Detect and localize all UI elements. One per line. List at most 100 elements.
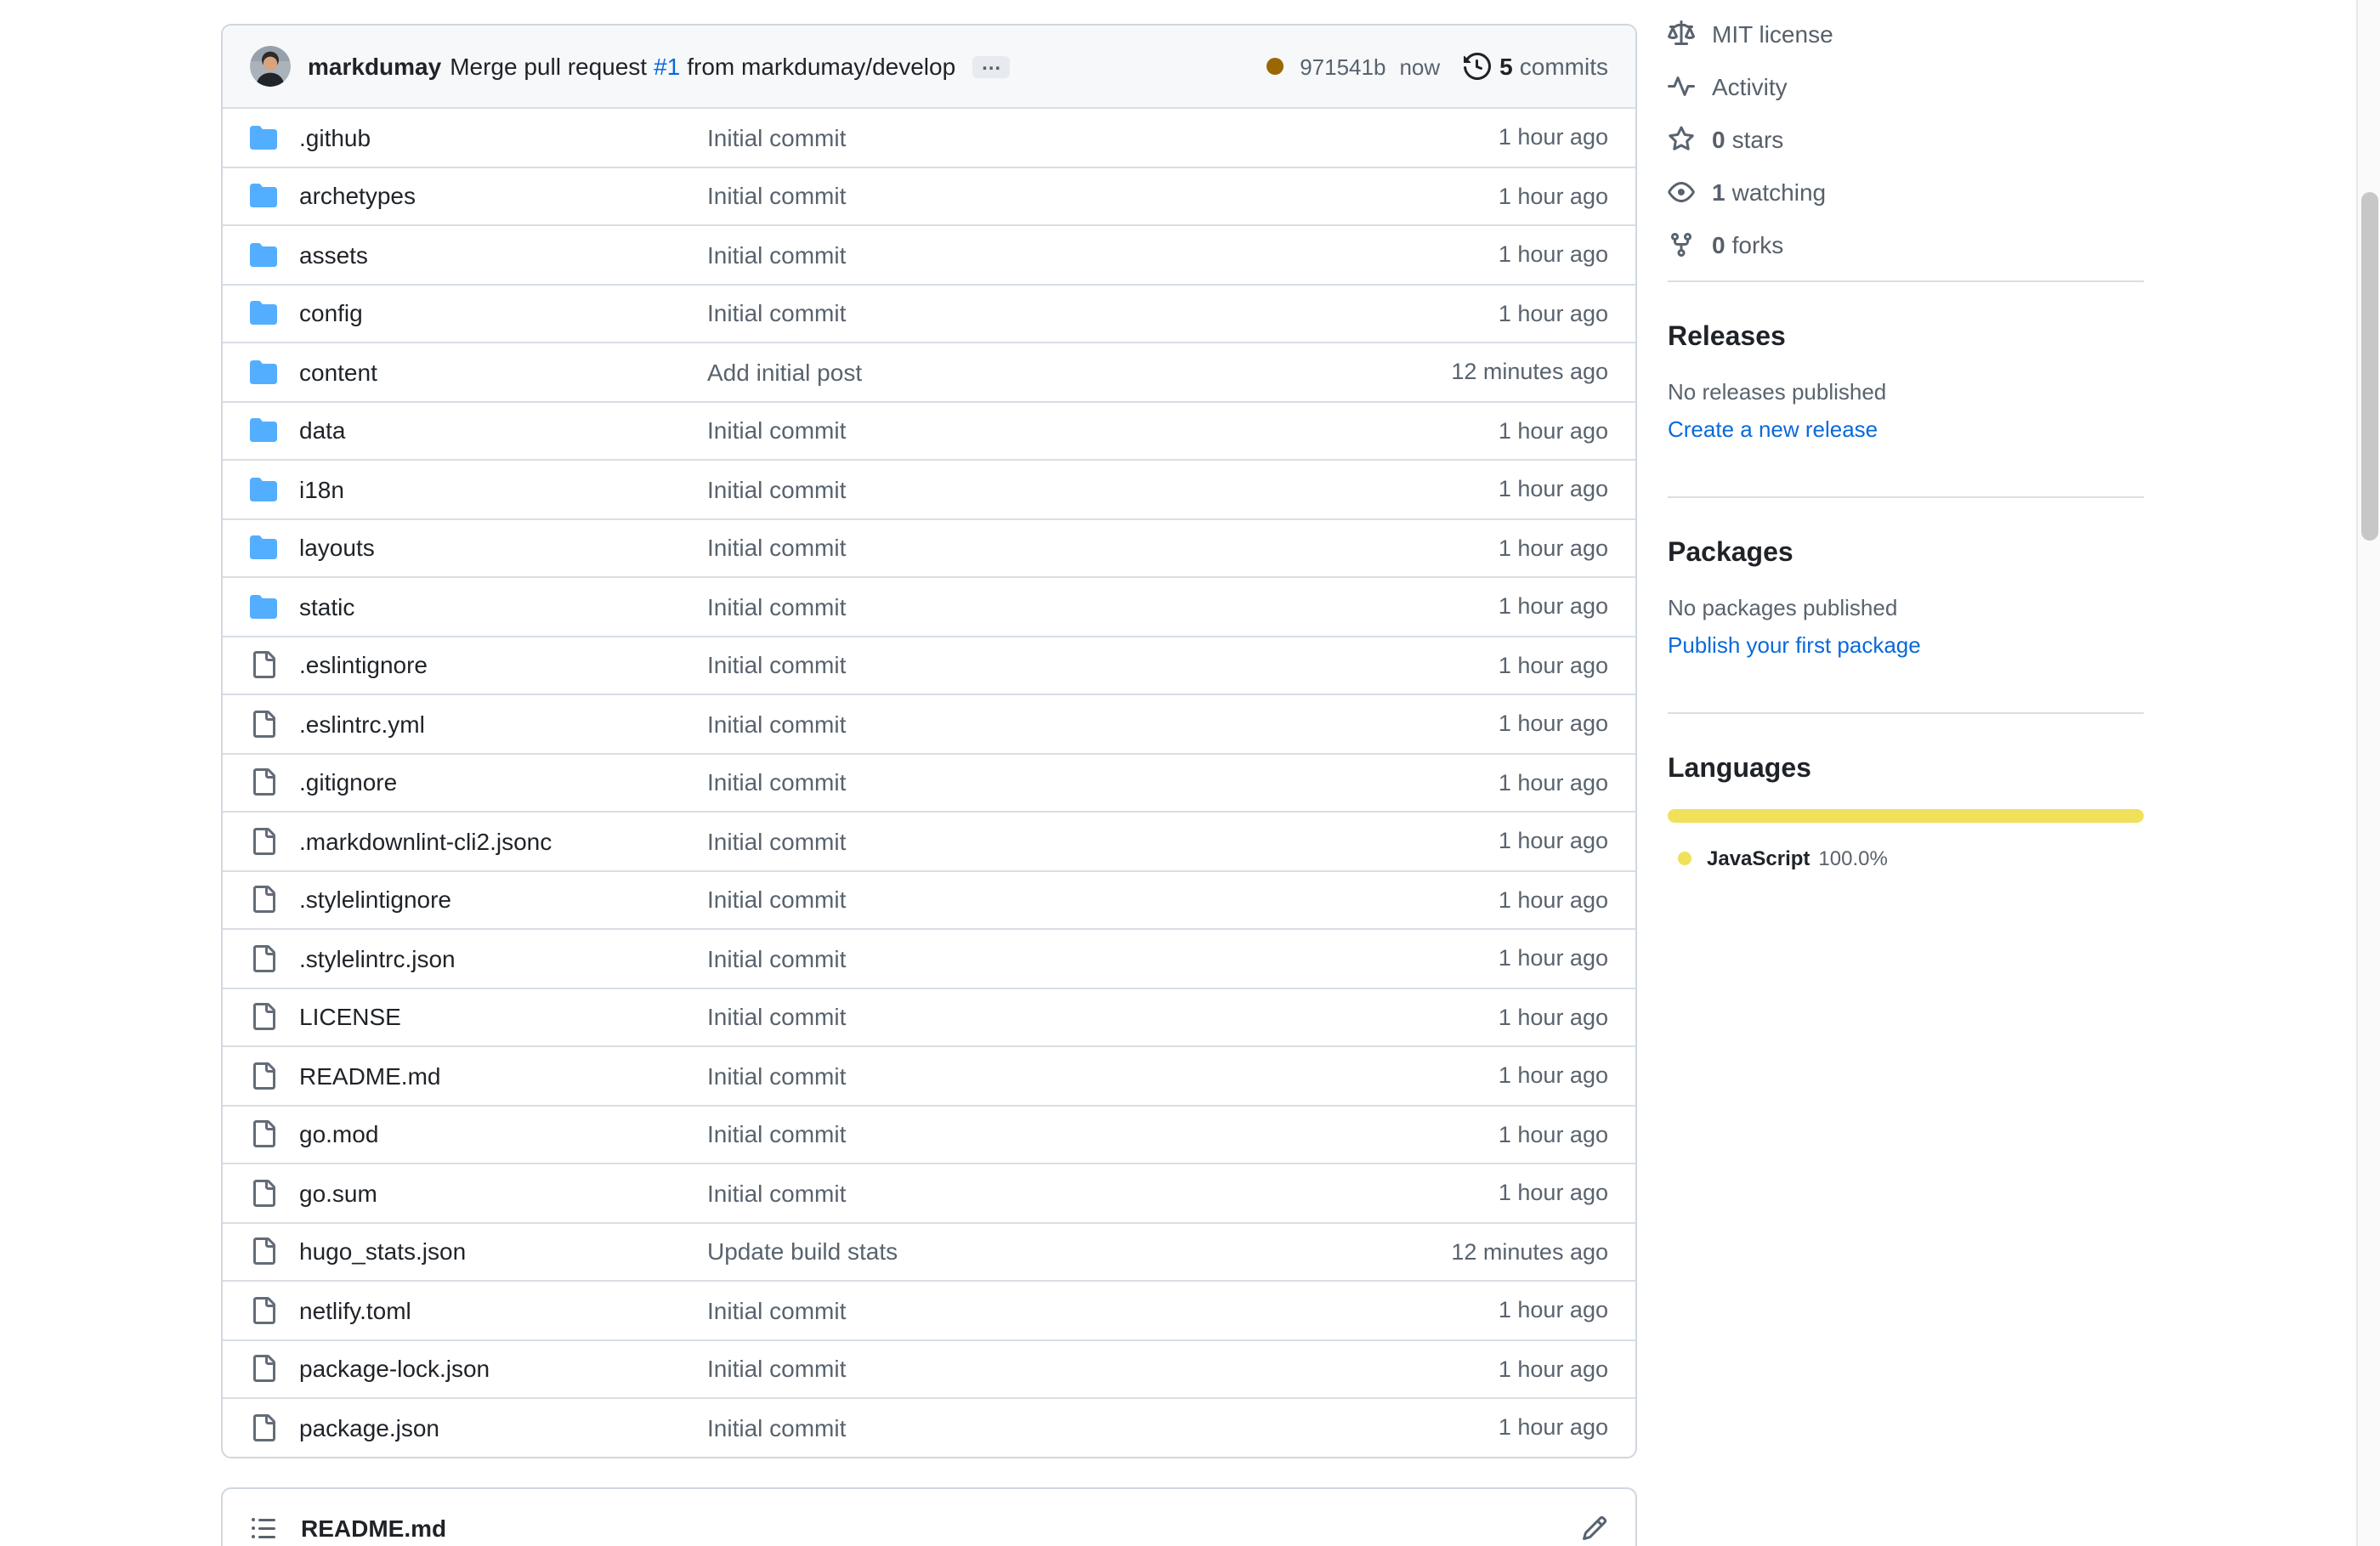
avatar-photo: [250, 46, 291, 87]
commit-message-link[interactable]: Initial commit: [707, 652, 1302, 679]
file-icon: [250, 945, 277, 972]
commit-message-link[interactable]: Initial commit: [707, 476, 1302, 503]
about-item-label: forks: [1732, 230, 1784, 258]
commit-message-link[interactable]: Initial commit: [707, 769, 1302, 796]
scrollbar-track[interactable]: [2356, 0, 2380, 1546]
commit-message-link[interactable]: Initial commit: [707, 711, 1302, 738]
file-name-link[interactable]: data: [299, 417, 346, 445]
edit-readme-button[interactable]: [1581, 1514, 1608, 1541]
commit-message-link[interactable]: Initial commit: [707, 300, 1302, 327]
eye-icon: [1668, 178, 1695, 205]
file-name-link[interactable]: archetypes: [299, 183, 416, 210]
releases-heading[interactable]: Releases: [1668, 323, 2144, 354]
languages-bar[interactable]: [1668, 809, 2144, 823]
languages-legend: JavaScript 100.0%: [1668, 847, 2144, 870]
file-name-link[interactable]: .eslintignore: [299, 652, 428, 679]
commit-message-link[interactable]: Initial commit: [707, 828, 1302, 855]
publish-package-link[interactable]: Publish your first package: [1668, 631, 1921, 661]
file-name-link[interactable]: .github: [299, 124, 371, 151]
file-updated-time: 1 hour ago: [1302, 1415, 1608, 1441]
file-name-link[interactable]: .stylelintignore: [299, 886, 451, 914]
commit-message-link[interactable]: Initial commit: [707, 945, 1302, 972]
file-browser-card: markdumay Merge pull request#1from markd…: [221, 24, 1637, 1458]
language-item[interactable]: JavaScript 100.0%: [1678, 847, 2144, 870]
file-name-link[interactable]: .gitignore: [299, 769, 397, 796]
file-name-cell: README.md: [250, 1062, 707, 1090]
commit-message-link[interactable]: Initial commit: [707, 124, 1302, 151]
file-icon: [250, 1356, 277, 1383]
table-row: data Initial commit 1 hour ago: [223, 400, 1635, 459]
avatar[interactable]: [250, 46, 291, 87]
commit-message-link[interactable]: Update build stats: [707, 1238, 1302, 1266]
table-row: go.mod Initial commit 1 hour ago: [223, 1104, 1635, 1163]
commit-message-link[interactable]: Initial commit: [707, 1062, 1302, 1090]
about-item[interactable]: MIT license: [1668, 7, 2144, 59]
pencil-icon: [1581, 1514, 1608, 1541]
file-name-link[interactable]: go.mod: [299, 1121, 378, 1148]
commit-message-link[interactable]: Initial commit: [707, 1121, 1302, 1148]
commit-sha-link[interactable]: 971541b: [1300, 54, 1386, 79]
file-updated-time: 1 hour ago: [1302, 770, 1608, 796]
divider: [1668, 280, 2144, 282]
file-name-link[interactable]: config: [299, 300, 363, 327]
file-name-link[interactable]: LICENSE: [299, 1004, 401, 1031]
commit-message-link[interactable]: Initial commit: [707, 183, 1302, 210]
commits-label: commits: [1520, 53, 1608, 80]
commit-message-link[interactable]: Initial commit: [707, 241, 1302, 269]
commit-message-link[interactable]: Initial commit: [707, 1180, 1302, 1207]
language-bar-segment[interactable]: [1668, 809, 2144, 823]
commit-status-dot[interactable]: [1266, 58, 1283, 75]
scrollbar-thumb[interactable]: [2361, 192, 2378, 541]
file-name-link[interactable]: layouts: [299, 535, 375, 562]
file-name-cell: data: [250, 417, 707, 445]
commit-message-link[interactable]: Initial commit: [707, 1297, 1302, 1324]
commit-message-link[interactable]: Initial commit: [707, 1356, 1302, 1383]
about-item[interactable]: Activity: [1668, 59, 2144, 112]
file-name-link[interactable]: README.md: [299, 1062, 440, 1090]
commits-history-link[interactable]: 5 commits: [1464, 53, 1608, 80]
table-row: config Initial commit 1 hour ago: [223, 283, 1635, 342]
file-name-link[interactable]: static: [299, 593, 354, 620]
packages-heading[interactable]: Packages: [1668, 539, 2144, 569]
languages-section: Languages JavaScript 100.0%: [1668, 755, 2144, 870]
readme-title: README.md: [301, 1514, 446, 1541]
fork-icon: [1668, 230, 1695, 258]
language-percent: 100.0%: [1818, 847, 1887, 870]
file-name-link[interactable]: package-lock.json: [299, 1356, 490, 1383]
about-list: MIT license Activity 0 stars 1 watching …: [1668, 7, 2144, 270]
create-release-link[interactable]: Create a new release: [1668, 415, 1878, 445]
commit-message-link[interactable]: Initial commit: [707, 1414, 1302, 1441]
about-item[interactable]: 1 watching: [1668, 165, 2144, 218]
commit-message-link[interactable]: Initial commit: [707, 886, 1302, 914]
file-name-link[interactable]: i18n: [299, 476, 344, 503]
file-name-cell: .gitignore: [250, 769, 707, 796]
about-item[interactable]: 0 stars: [1668, 112, 2144, 165]
file-name-link[interactable]: content: [299, 359, 377, 386]
file-name-link[interactable]: package.json: [299, 1414, 439, 1441]
file-name-link[interactable]: .eslintrc.yml: [299, 711, 425, 738]
about-item[interactable]: 0 forks: [1668, 218, 2144, 270]
file-icon: [250, 1062, 277, 1090]
commit-author[interactable]: markdumay: [308, 53, 441, 80]
file-name-cell: .stylelintrc.json: [250, 945, 707, 972]
commit-message-link[interactable]: Initial commit: [707, 1004, 1302, 1031]
commit-message-link[interactable]: Initial commit: [707, 535, 1302, 562]
file-icon: [250, 1180, 277, 1207]
commit-message-expand-button[interactable]: …: [972, 55, 1010, 77]
file-name-link[interactable]: assets: [299, 241, 368, 269]
pulse-icon: [1668, 72, 1695, 99]
file-name-link[interactable]: go.sum: [299, 1180, 377, 1207]
file-icon: [250, 828, 277, 855]
about-item-label: stars: [1732, 125, 1784, 152]
table-row: .eslintignore Initial commit 1 hour ago: [223, 635, 1635, 694]
commit-message-link[interactable]: Initial commit: [707, 593, 1302, 620]
file-name-link[interactable]: .markdownlint-cli2.jsonc: [299, 828, 552, 855]
pr-link[interactable]: #1: [654, 53, 680, 80]
commit-message-link[interactable]: Add initial post: [707, 359, 1302, 386]
list-unordered-icon[interactable]: [250, 1514, 277, 1541]
file-name-link[interactable]: hugo_stats.json: [299, 1238, 466, 1266]
file-name-link[interactable]: .stylelintrc.json: [299, 945, 456, 972]
table-row: .gitignore Initial commit 1 hour ago: [223, 752, 1635, 811]
file-name-link[interactable]: netlify.toml: [299, 1297, 411, 1324]
commit-message-link[interactable]: Initial commit: [707, 417, 1302, 445]
